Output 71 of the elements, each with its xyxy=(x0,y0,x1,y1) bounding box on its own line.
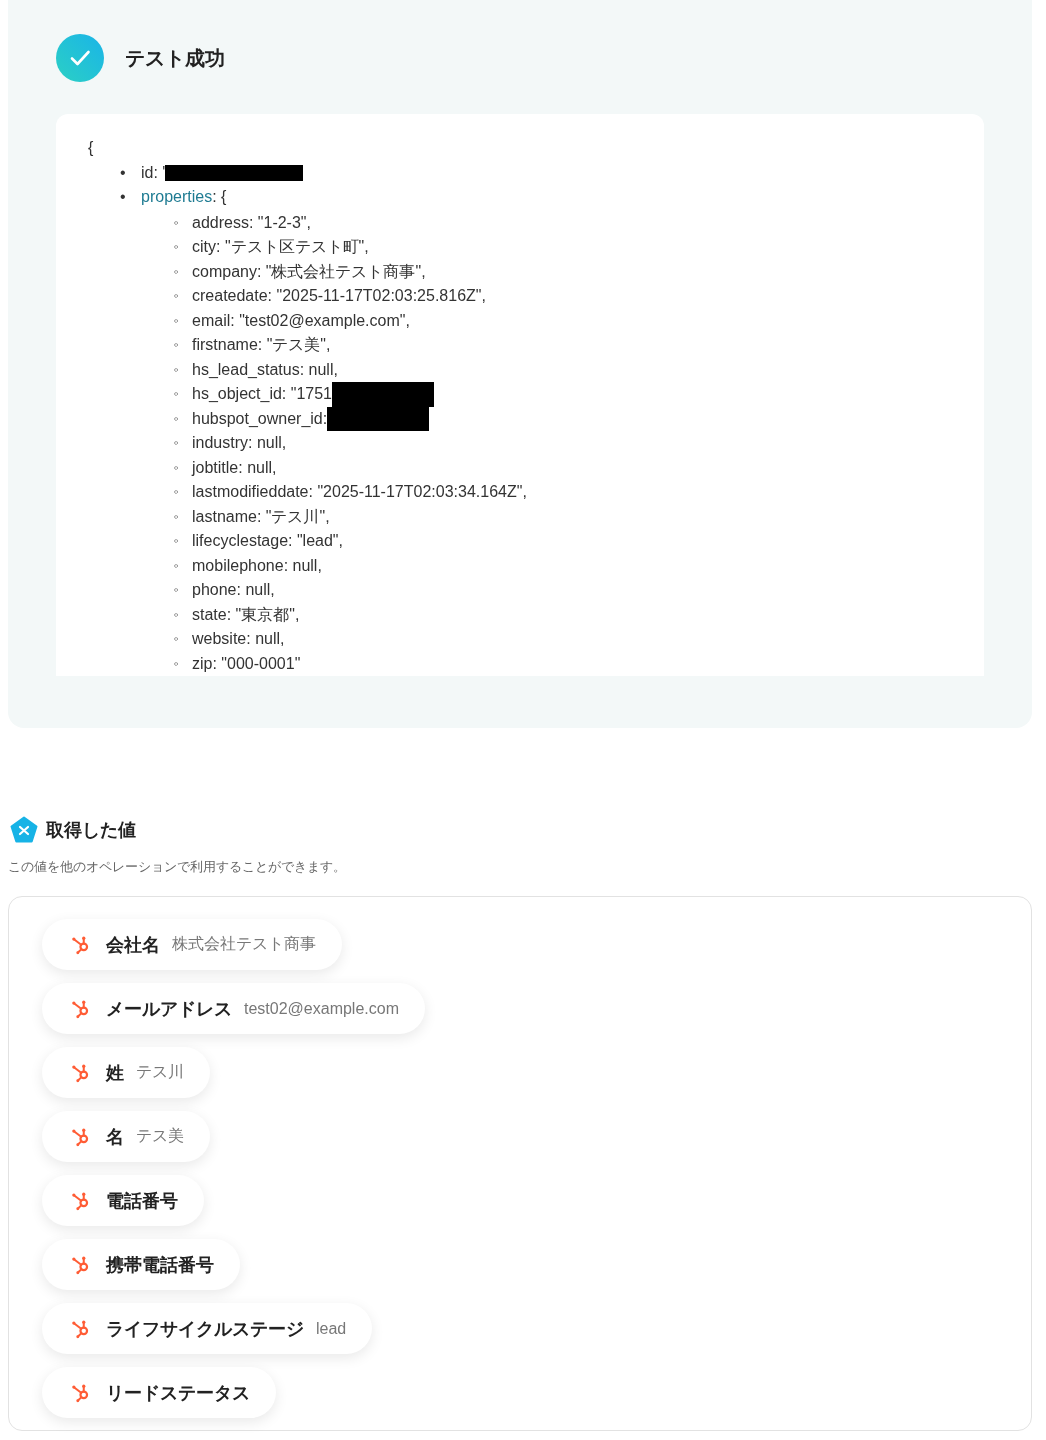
json-property: lifecyclestage: "lead", xyxy=(192,531,343,551)
bullet: ◦ xyxy=(174,385,180,403)
app-logo-icon xyxy=(10,816,38,844)
json-property: lastname: "テス川", xyxy=(192,506,330,527)
value-text: テス川 xyxy=(136,1062,184,1082)
value-chip[interactable]: 電話番号 xyxy=(42,1175,204,1226)
json-property: state: "東京都", xyxy=(192,604,300,625)
value-chip[interactable]: 携帯電話番号 xyxy=(42,1239,240,1290)
value-label: ライフサイクルステージ xyxy=(106,1317,304,1341)
result-title: テスト成功 xyxy=(125,45,225,71)
section-title: 取得した値 xyxy=(46,819,136,842)
value-text: 株式会社テスト商事 xyxy=(172,934,316,954)
bullet: ◦ xyxy=(174,238,180,256)
json-property: company: "株式会社テスト商事", xyxy=(192,261,426,282)
check-icon xyxy=(56,34,104,82)
json-property: firstname: "テス美", xyxy=(192,335,331,355)
value-chip[interactable]: リードステータス xyxy=(42,1367,276,1418)
value-chip[interactable]: ライフサイクルステージ lead xyxy=(42,1303,373,1354)
bullet: ◦ xyxy=(174,434,180,452)
bullet: ◦ xyxy=(174,336,180,354)
bullet: ◦ xyxy=(174,532,180,550)
json-property: industry: null, xyxy=(192,433,287,453)
value-text: lead xyxy=(316,1319,347,1338)
value-label: 携帯電話番号 xyxy=(106,1253,214,1277)
value-text: test02@example.com xyxy=(244,999,399,1018)
json-text: { xyxy=(88,138,95,158)
value-label: 電話番号 xyxy=(106,1189,178,1213)
json-property: phone: null, xyxy=(192,580,275,600)
bullet: ◦ xyxy=(174,458,180,477)
json-property: city: "テスト区テスト町", xyxy=(192,237,369,257)
json-key-link[interactable]: properties xyxy=(141,185,213,210)
json-property: hs_lead_status: null, xyxy=(192,359,338,380)
value-text: テス美 xyxy=(136,1126,184,1146)
bullet: ◦ xyxy=(174,630,180,648)
section-description: この値を他のオペレーションで利用することができます。 xyxy=(8,858,347,876)
json-property: hs_object_id: "1751 xyxy=(192,384,332,404)
json-property: zip: "000-0001" xyxy=(192,653,301,674)
bullet: ◦ xyxy=(174,507,180,526)
bullet: ◦ xyxy=(174,581,180,599)
json-property: mobilephone: null, xyxy=(192,555,322,576)
json-key: id xyxy=(141,160,154,185)
value-label: メールアドレス xyxy=(106,997,232,1021)
bullet: ◦ xyxy=(174,409,180,428)
value-chip[interactable]: メールアドレス test02@example.com xyxy=(42,983,425,1034)
bullet: ◦ xyxy=(174,213,180,232)
json-property: createdate: "2025-11-17T02:03:25.816Z", xyxy=(192,286,486,306)
bullet: • xyxy=(120,162,127,183)
bullet: ◦ xyxy=(174,483,180,501)
bullet: ◦ xyxy=(174,360,180,379)
value-chip[interactable]: 名 テス美 xyxy=(42,1111,210,1162)
bullet: ◦ xyxy=(174,311,180,330)
bullet: ◦ xyxy=(174,287,180,305)
value-label: 会社名 xyxy=(106,933,160,957)
bullet: • xyxy=(120,187,127,207)
json-property: email: "test02@example.com", xyxy=(192,310,410,331)
value-label: リードステータス xyxy=(106,1381,250,1405)
value-chip[interactable]: 姓 テス川 xyxy=(42,1047,210,1098)
bullet: ◦ xyxy=(174,262,180,281)
json-property: address: "1-2-3", xyxy=(192,212,311,233)
json-property: hubspot_owner_id: xyxy=(192,408,328,429)
value-label: 姓 xyxy=(106,1061,124,1085)
value-chip[interactable]: 会社名 株式会社テスト商事 xyxy=(42,919,342,970)
json-property: jobtitle: null, xyxy=(192,457,277,478)
json-text: : ' xyxy=(153,162,166,183)
json-text: : { xyxy=(212,187,227,207)
bullet: ◦ xyxy=(174,654,180,673)
value-label: 名 xyxy=(106,1125,124,1149)
json-property: lastmodifieddate: "2025-11-17T02:03:34.164Z", xyxy=(192,482,527,502)
bullet: ◦ xyxy=(174,605,180,624)
json-property: website: null, xyxy=(192,629,285,649)
bullet: ◦ xyxy=(174,556,180,575)
